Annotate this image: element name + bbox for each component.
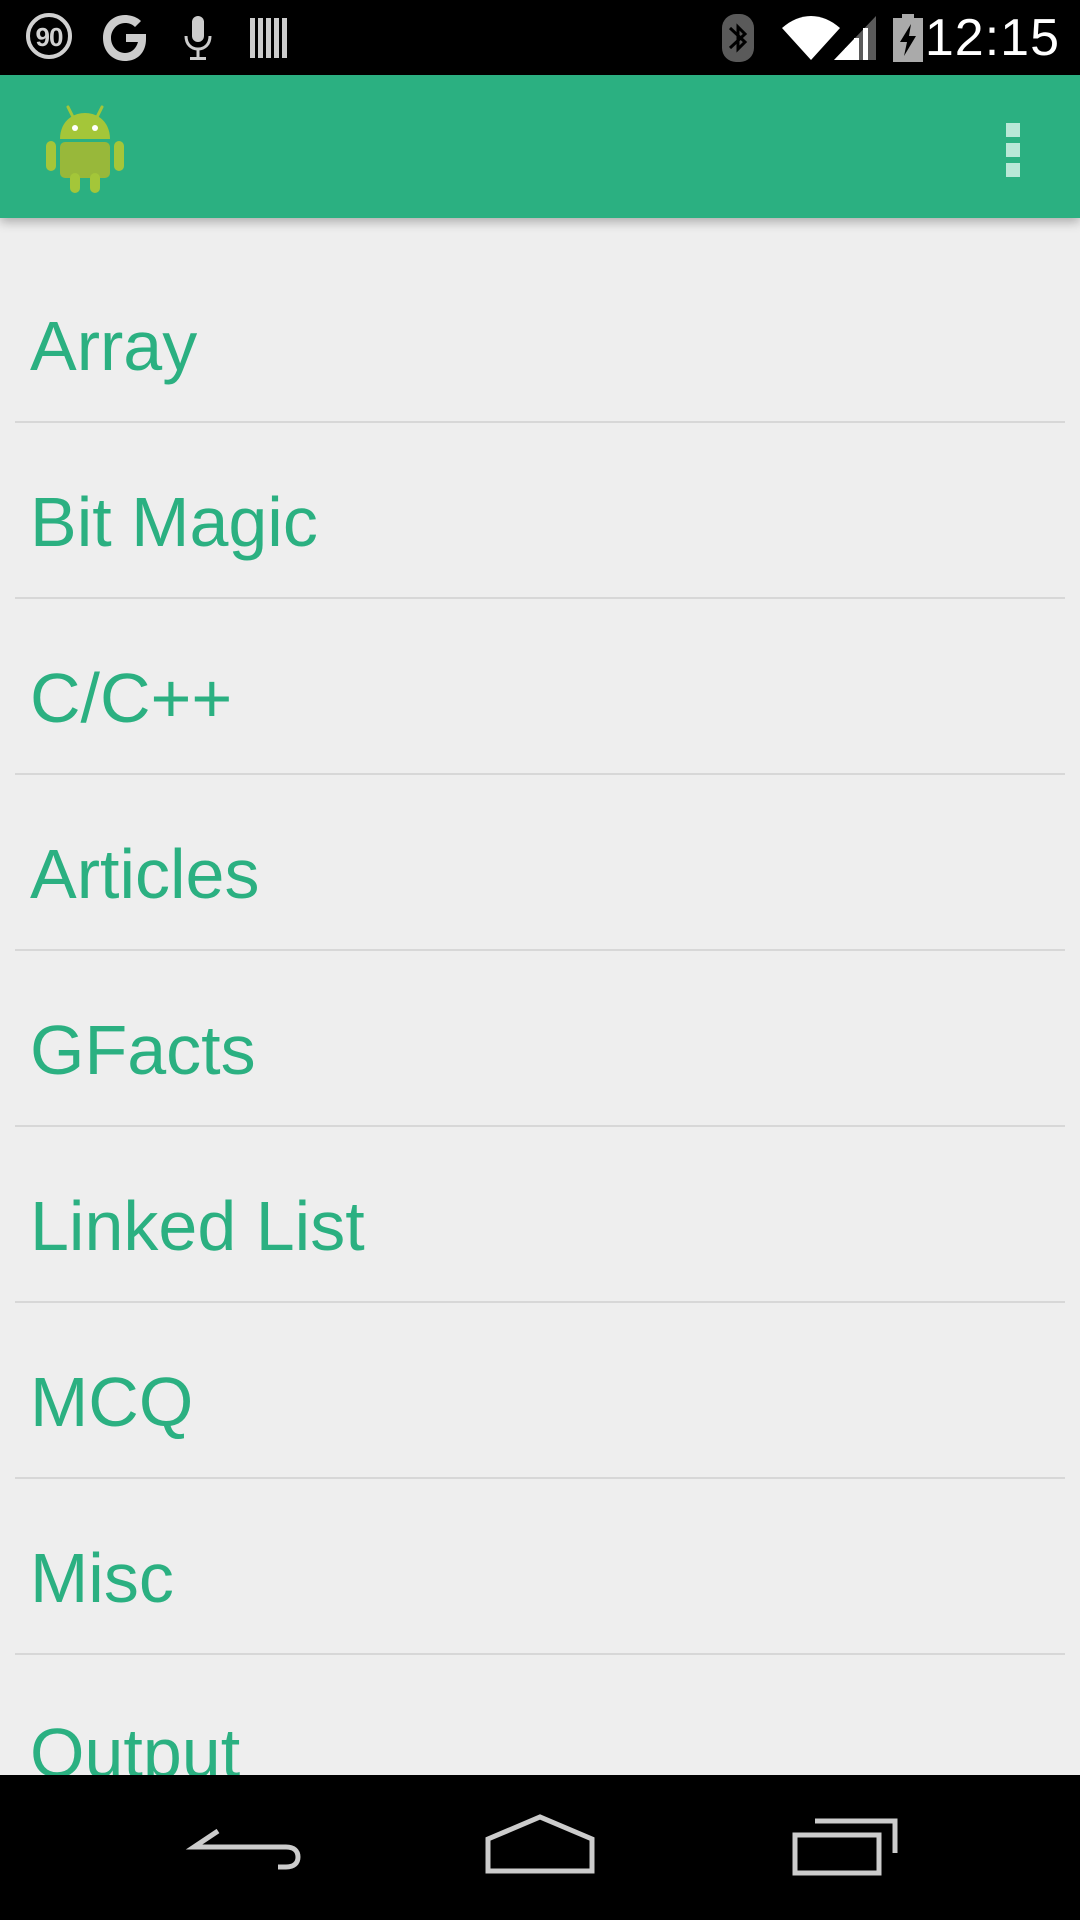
- list-item-label: GFacts: [30, 1011, 256, 1089]
- bluetooth-icon: [722, 14, 754, 62]
- overflow-menu-icon: [1006, 123, 1020, 137]
- status-time: 12:15: [924, 9, 1060, 67]
- screen: 90 12:15 Array Bit Magic C/C++ Articles …: [0, 0, 1080, 1920]
- list-item-array[interactable]: Array: [15, 248, 1065, 423]
- status-bar: 90 12:15: [0, 0, 1080, 75]
- list-item-label: Output: [30, 1714, 241, 1775]
- overflow-menu-icon-dot: [1006, 163, 1020, 177]
- microphone-icon: [184, 16, 212, 60]
- cell-signal-icon: [834, 16, 876, 60]
- barcode-icon: [250, 18, 287, 58]
- battery-charging-icon: [893, 14, 923, 62]
- list-item-misc[interactable]: Misc: [15, 1480, 1065, 1655]
- list-item-label: MCQ: [30, 1363, 194, 1441]
- list-item-gfacts[interactable]: GFacts: [15, 952, 1065, 1127]
- list-item-bit-magic[interactable]: Bit Magic: [15, 424, 1065, 599]
- list-item-label: C/C++: [30, 659, 233, 737]
- overflow-menu-button[interactable]: [980, 105, 1044, 189]
- list-item-linked-list[interactable]: Linked List: [15, 1128, 1065, 1303]
- list-item-articles[interactable]: Articles: [15, 776, 1065, 951]
- speed-badge-icon: 90: [26, 13, 72, 59]
- android-icon: [46, 105, 124, 193]
- google-icon: [103, 15, 146, 61]
- list-item-label: Array: [30, 307, 198, 385]
- list-item-label: Articles: [30, 835, 260, 913]
- app-bar: [0, 75, 1080, 218]
- overflow-menu-icon-dot: [1006, 143, 1020, 157]
- topic-list: Array Bit Magic C/C++ Articles GFacts Li…: [0, 218, 1080, 1775]
- home-icon[interactable]: [470, 1805, 610, 1890]
- navigation-bar: [0, 1775, 1080, 1920]
- list-item-label: Misc: [30, 1539, 174, 1617]
- back-icon[interactable]: [170, 1805, 310, 1890]
- list-item-label: Linked List: [30, 1187, 365, 1265]
- list-item-output[interactable]: Output: [15, 1656, 1065, 1775]
- recent-apps-icon[interactable]: [775, 1805, 915, 1890]
- list-item-label: Bit Magic: [30, 483, 318, 561]
- list-item-c-cpp[interactable]: C/C++: [15, 600, 1065, 775]
- list-item-mcq[interactable]: MCQ: [15, 1304, 1065, 1479]
